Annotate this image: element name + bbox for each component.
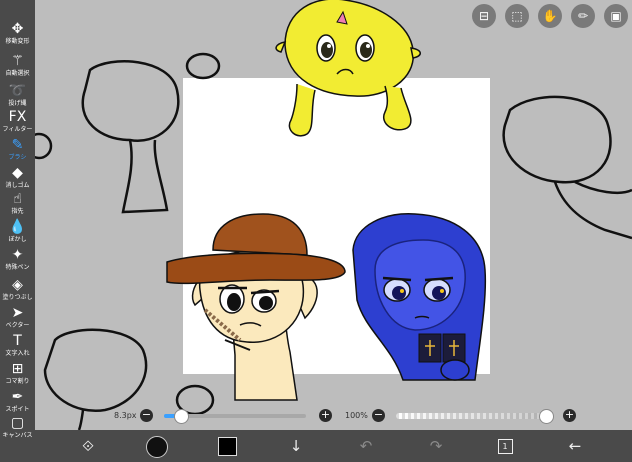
brush-icon: ✎ bbox=[11, 137, 24, 153]
tool-label: 特殊ペン bbox=[5, 264, 30, 271]
tool-lasso[interactable]: ➰ 投げ縄 bbox=[0, 82, 35, 107]
tool-sidebar: ✥ 移動変形 ⚚ 自動選択 ➰ 投げ縄 FX フィルター ✎ ブラシ ◆ 消しゴム ☝ 指先 💧 ぼかし ✦ 特殊… bbox=[0, 0, 35, 462]
brush-size-knob[interactable] bbox=[174, 409, 190, 424]
brush-size-value: 8.3px bbox=[114, 411, 137, 420]
eraser-icon: ◆ bbox=[12, 165, 23, 181]
opacity-knob[interactable] bbox=[539, 409, 554, 424]
finger-smudge-icon: ☝ bbox=[13, 191, 22, 207]
selection-icon[interactable]: ⬚ bbox=[505, 4, 529, 28]
image-icon[interactable]: ▣ bbox=[604, 4, 628, 28]
color-swatch-button[interactable] bbox=[214, 435, 240, 457]
top-toolbar: ⊟ ⬚ ✋ ✏ ▣ bbox=[472, 4, 628, 28]
tool-eraser[interactable]: ◆ 消しゴム bbox=[0, 164, 35, 189]
tool-label: ベクター bbox=[5, 322, 30, 329]
hand-icon[interactable]: ✋ bbox=[538, 4, 562, 28]
tool-label: ブラシ bbox=[8, 154, 27, 161]
brush-size-track[interactable] bbox=[164, 409, 306, 424]
back-arrow-icon[interactable]: ← bbox=[562, 435, 588, 457]
tool-brush[interactable]: ✎ ブラシ bbox=[0, 136, 35, 161]
tool-special-pen[interactable]: ✦ 特殊ペン bbox=[0, 246, 35, 271]
tool-label: スポイト bbox=[5, 406, 30, 413]
move-icon: ✥ bbox=[11, 21, 24, 37]
text-icon: T bbox=[13, 333, 22, 349]
tool-blur-drop[interactable]: 💧 ぼかし bbox=[0, 218, 35, 243]
tool-filter-fx[interactable]: FX フィルター bbox=[0, 108, 35, 133]
undo-icon[interactable]: ↶ bbox=[353, 435, 379, 457]
tool-label: コマ割り bbox=[5, 378, 30, 385]
tool-move[interactable]: ✥ 移動変形 bbox=[0, 20, 35, 45]
tool-canvas[interactable]: ▢ キャンバス bbox=[0, 414, 35, 439]
tool-label: 文字入れ bbox=[5, 350, 30, 357]
vector-cursor-icon: ➤ bbox=[11, 305, 24, 321]
color-swatch bbox=[217, 437, 237, 456]
tool-label: フィルター bbox=[2, 126, 33, 133]
ruler-icon[interactable]: ✏ bbox=[571, 4, 595, 28]
layer-count: 1 bbox=[497, 439, 513, 454]
special-pen-icon: ✦ bbox=[11, 247, 24, 263]
filter-fx-icon: FX bbox=[8, 109, 27, 125]
tool-frame-divider[interactable]: ⊞ コマ割り bbox=[0, 360, 35, 385]
tool-vector-cursor[interactable]: ➤ ベクター bbox=[0, 304, 35, 329]
tool-text[interactable]: T 文字入れ bbox=[0, 332, 35, 357]
tool-label: 指先 bbox=[11, 208, 24, 215]
bottom-toolbar: ⟐ ↓ ↶ ↷ 1 ← bbox=[35, 430, 632, 462]
magic-wand-icon: ⚚ bbox=[11, 53, 24, 69]
opacity-plus-button[interactable]: + bbox=[563, 409, 576, 422]
tool-label: キャンバス bbox=[2, 432, 33, 439]
tool-finger-smudge[interactable]: ☝ 指先 bbox=[0, 190, 35, 215]
eyedropper-icon: ✒ bbox=[11, 389, 24, 405]
lasso-icon: ➰ bbox=[8, 83, 27, 99]
tool-label: ぼかし bbox=[8, 236, 27, 243]
tool-eyedropper[interactable]: ✒ スポイト bbox=[0, 388, 35, 413]
drawing-stage[interactable]: ⊟ ⬚ ✋ ✏ ▣ bbox=[35, 0, 632, 430]
download-arrow-icon[interactable]: ↓ bbox=[283, 435, 309, 457]
opacity-track[interactable] bbox=[396, 409, 554, 424]
redo-icon[interactable]: ↷ bbox=[423, 435, 449, 457]
tool-magic-wand[interactable]: ⚚ 自動選択 bbox=[0, 52, 35, 77]
tool-label: 投げ縄 bbox=[8, 100, 27, 107]
opacity-value: 100% bbox=[345, 411, 368, 420]
opacity-minus-button[interactable]: − bbox=[372, 409, 385, 422]
fill-bucket-icon: ◈ bbox=[12, 277, 23, 293]
tool-label: 自動選択 bbox=[5, 70, 30, 77]
canvas-artwork[interactable] bbox=[35, 0, 632, 430]
layers-button[interactable]: 1 bbox=[492, 435, 518, 457]
tool-label: 塗りつぶし bbox=[2, 294, 33, 301]
frame-divider-icon: ⊞ bbox=[11, 361, 24, 377]
brush-preview-icon bbox=[146, 436, 168, 458]
canvas-icon: ▢ bbox=[10, 415, 25, 431]
tool-fill-bucket[interactable]: ◈ 塗りつぶし bbox=[0, 276, 35, 301]
brush-preview-button[interactable] bbox=[144, 435, 170, 458]
tool-label: 移動変形 bbox=[5, 38, 30, 45]
tool-label: 消しゴム bbox=[5, 182, 30, 189]
toggle-icon[interactable]: ⊟ bbox=[472, 4, 496, 28]
brush-sliders: 8.3px − + 100% − + bbox=[108, 405, 578, 427]
blur-drop-icon: 💧 bbox=[8, 219, 27, 235]
brush-size-plus-button[interactable]: + bbox=[319, 409, 332, 422]
quick-tool-icon[interactable]: ⟐ bbox=[75, 435, 101, 457]
brush-size-minus-button[interactable]: − bbox=[140, 409, 153, 422]
